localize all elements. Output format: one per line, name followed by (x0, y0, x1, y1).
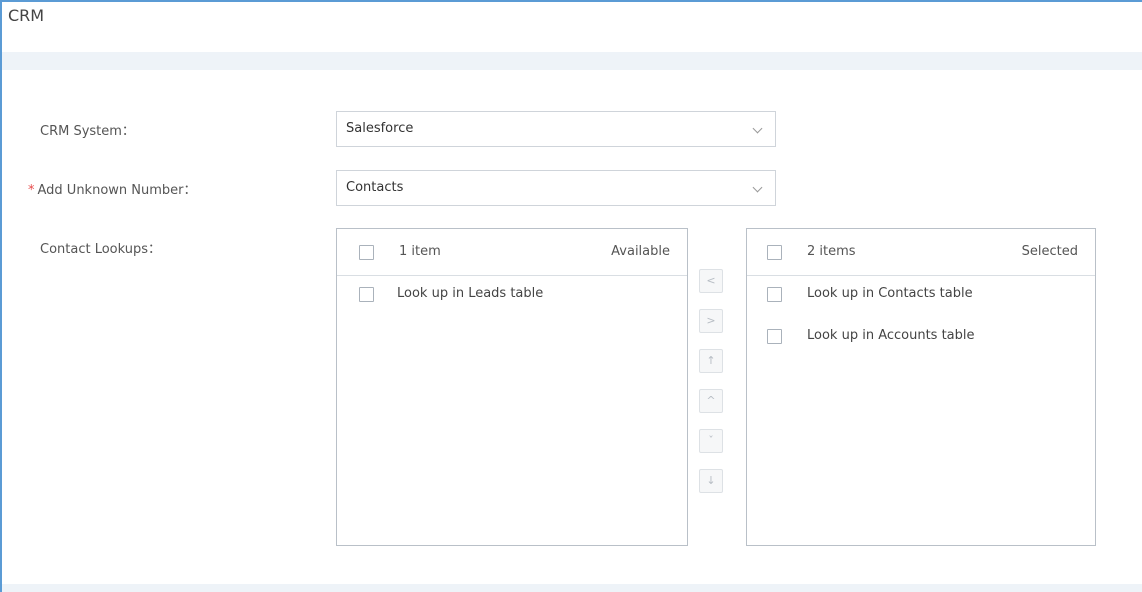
crm-system-value: Salesforce (346, 121, 414, 136)
required-star: * (28, 183, 35, 198)
available-select-all-checkbox[interactable] (359, 245, 374, 260)
add-unknown-number-label: * Add Unknown Number： (28, 179, 197, 198)
add-unknown-number-value: Contacts (346, 180, 404, 195)
crm-settings-page: CRM CRM System： Salesforce * Add Unknown … (0, 0, 1142, 592)
move-up-button[interactable]: ^ (699, 389, 723, 413)
available-item-count: 1 item (399, 244, 441, 259)
available-list-panel: 1 item Available Look up in Leads table (336, 228, 688, 546)
chevron-down-icon (752, 182, 763, 193)
add-unknown-number-label-text: Add Unknown Number： (37, 183, 197, 198)
list-item[interactable]: Look up in Leads table (337, 275, 687, 315)
item-checkbox[interactable] (359, 287, 374, 302)
available-list-header: 1 item Available (337, 229, 687, 276)
contact-lookups-label: Contact Lookups： (40, 242, 162, 257)
item-checkbox[interactable] (767, 329, 782, 344)
list-item-label: Look up in Leads table (397, 286, 544, 301)
item-checkbox[interactable] (767, 287, 782, 302)
move-left-button[interactable]: < (699, 269, 723, 293)
list-item[interactable]: Look up in Contacts table (747, 275, 1095, 315)
selected-list-title: Selected (1021, 244, 1078, 259)
crm-system-label: CRM System： (40, 124, 135, 139)
selected-list-panel: 2 items Selected Look up in Contacts tab… (746, 228, 1096, 546)
selected-item-count: 2 items (807, 244, 856, 259)
list-item-label: Look up in Contacts table (807, 286, 973, 301)
move-down-button[interactable]: ˇ (699, 429, 723, 453)
available-list-title: Available (611, 244, 670, 259)
selected-list-header: 2 items Selected (747, 229, 1095, 276)
crm-system-select[interactable]: Salesforce (336, 111, 776, 147)
list-item-label: Look up in Accounts table (807, 328, 975, 343)
move-top-button[interactable]: ↑ (699, 349, 723, 373)
header-divider-band (2, 52, 1142, 70)
footer-band (2, 584, 1142, 592)
page-title: CRM (8, 6, 45, 25)
move-bottom-button[interactable]: ↓ (699, 469, 723, 493)
move-right-button[interactable]: > (699, 309, 723, 333)
title-bar: CRM (2, 2, 1142, 52)
chevron-down-icon (752, 123, 763, 134)
list-item[interactable]: Look up in Accounts table (747, 317, 1095, 357)
add-unknown-number-select[interactable]: Contacts (336, 170, 776, 206)
selected-select-all-checkbox[interactable] (767, 245, 782, 260)
